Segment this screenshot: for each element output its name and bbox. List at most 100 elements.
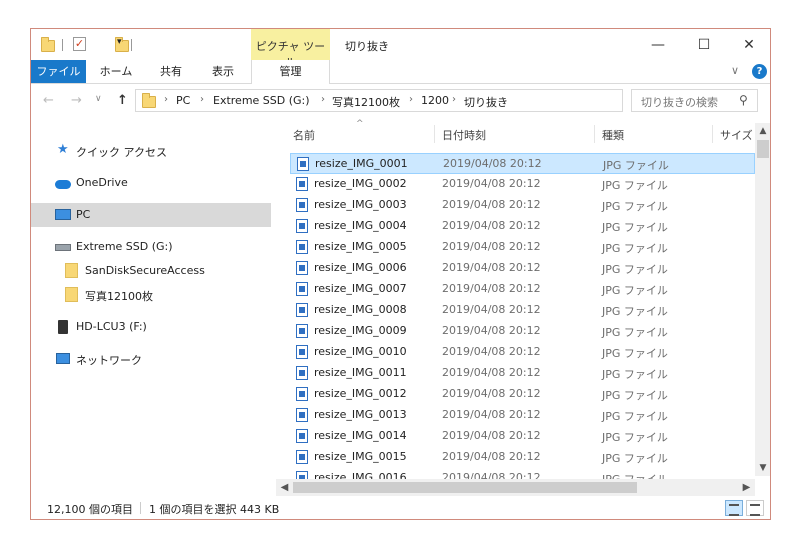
scroll-up-icon[interactable]: ▲ xyxy=(755,123,770,139)
column-header-size[interactable]: サイズ xyxy=(720,127,753,143)
image-file-icon xyxy=(296,219,308,233)
nav-label: Extreme SSD (G:) xyxy=(76,240,173,253)
file-type: JPG ファイル xyxy=(602,326,668,339)
breadcrumb-drive[interactable]: Extreme SSD (G:) xyxy=(213,94,310,107)
nav-item-extreme-ssd[interactable]: Extreme SSD (G:) xyxy=(31,235,271,259)
nav-item-quick-access[interactable]: ★ クイック アクセス xyxy=(31,139,271,163)
file-row[interactable]: resize_IMG_0002 2019/04/08 20:12 JPG ファイル xyxy=(290,174,755,195)
file-date: 2019/04/08 20:12 xyxy=(442,198,541,211)
scroll-left-icon[interactable]: ◀ xyxy=(276,479,293,496)
nav-label: SanDiskSecureAccess xyxy=(85,264,205,277)
toolbar-divider xyxy=(62,39,63,51)
file-name: resize_IMG_0002 xyxy=(314,177,407,190)
ribbon: ファイル ホーム 共有 表示 管理 ∨ ? xyxy=(31,60,770,84)
file-type: JPG ファイル xyxy=(602,368,668,381)
breadcrumb-separator: › xyxy=(321,94,325,105)
file-row[interactable]: resize_IMG_0003 2019/04/08 20:12 JPG ファイル xyxy=(290,195,755,216)
address-bar[interactable]: › PC › Extreme SSD (G:) › 写真12100枚 › 120… xyxy=(135,89,723,112)
up-button[interactable]: ↑ xyxy=(117,93,128,108)
image-file-icon xyxy=(296,471,308,479)
nav-label: 写真12100枚 xyxy=(85,290,153,303)
breadcrumb-1200[interactable]: 1200 xyxy=(421,94,449,107)
nav-item-onedrive[interactable]: OneDrive xyxy=(31,171,271,195)
file-name: resize_IMG_0004 xyxy=(314,219,407,232)
nav-item-pc[interactable]: PC xyxy=(31,203,271,227)
nav-item-photos[interactable]: 写真12100枚 xyxy=(31,283,271,307)
close-button[interactable]: ✕ xyxy=(726,29,770,60)
navigation-pane: ★ クイック アクセス OneDrive PC Extreme SSD (G:)… xyxy=(31,119,273,489)
file-date: 2019/04/08 20:12 xyxy=(442,429,541,442)
file-row[interactable]: resize_IMG_0005 2019/04/08 20:12 JPG ファイル xyxy=(290,237,755,258)
minimize-button[interactable]: — xyxy=(635,29,681,60)
file-row[interactable]: resize_IMG_0012 2019/04/08 20:12 JPG ファイル xyxy=(290,384,755,405)
back-button[interactable]: ← xyxy=(43,93,54,108)
file-type: JPG ファイル xyxy=(602,452,668,465)
forward-button[interactable]: → xyxy=(71,93,82,108)
ribbon-expand-icon[interactable]: ∨ xyxy=(731,64,739,77)
file-list: ^ 名前 日付時刻 種類 サイズ resize_IMG_0001 2019/04/… xyxy=(276,119,755,479)
tab-file[interactable]: ファイル xyxy=(31,60,86,83)
file-row[interactable]: resize_IMG_0016 2019/04/08 20:12 JPG ファイル xyxy=(290,468,755,479)
search-box[interactable]: 切り抜きの検索 ⚲ xyxy=(631,89,758,112)
horizontal-scrollbar[interactable]: ◀ ▶ xyxy=(276,479,755,496)
status-bar: 12,100 個の項目 1 個の項目を選択 443 KB xyxy=(31,496,770,519)
customize-toolbar-icon[interactable]: ▾ xyxy=(117,37,122,53)
tab-home[interactable]: ホーム xyxy=(91,60,141,83)
breadcrumb-photos[interactable]: 写真12100枚 xyxy=(332,94,400,110)
vertical-scrollbar[interactable]: ▲ ▼ xyxy=(755,123,770,476)
sort-ascending-icon: ^ xyxy=(356,119,364,129)
file-row[interactable]: resize_IMG_0015 2019/04/08 20:12 JPG ファイル xyxy=(290,447,755,468)
breadcrumb-crop[interactable]: 切り抜き xyxy=(464,94,508,110)
file-row[interactable]: resize_IMG_0006 2019/04/08 20:12 JPG ファイル xyxy=(290,258,755,279)
file-row[interactable]: resize_IMG_0010 2019/04/08 20:12 JPG ファイル xyxy=(290,342,755,363)
search-icon[interactable]: ⚲ xyxy=(739,93,748,107)
file-type: JPG ファイル xyxy=(602,200,668,213)
scroll-right-icon[interactable]: ▶ xyxy=(738,479,755,496)
file-name: resize_IMG_0009 xyxy=(314,324,407,337)
file-name: resize_IMG_0015 xyxy=(314,450,407,463)
properties-icon[interactable]: ✓ xyxy=(73,37,86,51)
help-icon[interactable]: ? xyxy=(752,64,767,79)
file-type: JPG ファイル xyxy=(602,263,668,276)
file-date: 2019/04/08 20:12 xyxy=(442,240,541,253)
file-type: JPG ファイル xyxy=(602,471,668,479)
explorer-window: ✓ ▾ ピクチャ ツール 切り抜き — ☐ ✕ ファイル ホーム 共有 表示 管… xyxy=(30,28,771,520)
star-icon: ★ xyxy=(57,142,69,157)
details-view-button[interactable] xyxy=(725,500,743,516)
breadcrumb-pc[interactable]: PC xyxy=(176,94,190,107)
image-file-icon xyxy=(296,177,308,191)
file-row[interactable]: resize_IMG_0013 2019/04/08 20:12 JPG ファイル xyxy=(290,405,755,426)
horizontal-scroll-thumb[interactable] xyxy=(293,482,637,493)
column-divider[interactable] xyxy=(434,125,435,143)
file-row[interactable]: resize_IMG_0004 2019/04/08 20:12 JPG ファイル xyxy=(290,216,755,237)
nav-item-hd-lcu3[interactable]: HD-LCU3 (F:) xyxy=(31,315,271,339)
maximize-button[interactable]: ☐ xyxy=(681,29,727,60)
recent-locations-button[interactable]: ∨ xyxy=(95,94,102,104)
column-divider[interactable] xyxy=(712,125,713,143)
file-row[interactable]: resize_IMG_0014 2019/04/08 20:12 JPG ファイル xyxy=(290,426,755,447)
file-name: resize_IMG_0001 xyxy=(315,157,408,170)
vertical-scroll-thumb[interactable] xyxy=(757,140,769,158)
tab-share[interactable]: 共有 xyxy=(146,60,196,83)
item-count: 12,100 個の項目 xyxy=(47,503,133,516)
file-row[interactable]: resize_IMG_0008 2019/04/08 20:12 JPG ファイル xyxy=(290,300,755,321)
file-name: resize_IMG_0011 xyxy=(314,366,407,379)
image-file-icon xyxy=(296,303,308,317)
computer-icon xyxy=(55,209,71,220)
tab-view[interactable]: 表示 xyxy=(198,60,248,83)
selection-info: 1 個の項目を選択 443 KB xyxy=(149,503,280,516)
file-row[interactable]: resize_IMG_0007 2019/04/08 20:12 JPG ファイル xyxy=(290,279,755,300)
column-header-date[interactable]: 日付時刻 xyxy=(442,127,486,143)
column-header-name[interactable]: 名前 xyxy=(293,127,315,143)
file-row[interactable]: resize_IMG_0001 2019/04/08 20:12 JPG ファイル xyxy=(290,153,755,174)
file-row[interactable]: resize_IMG_0011 2019/04/08 20:12 JPG ファイル xyxy=(290,363,755,384)
large-icons-view-button[interactable] xyxy=(746,500,764,516)
column-header-type[interactable]: 種類 xyxy=(602,127,624,143)
column-divider[interactable] xyxy=(594,125,595,143)
file-type: JPG ファイル xyxy=(602,284,668,297)
file-row[interactable]: resize_IMG_0009 2019/04/08 20:12 JPG ファイル xyxy=(290,321,755,342)
nav-item-sandisk[interactable]: SanDiskSecureAccess xyxy=(31,259,271,283)
nav-item-network[interactable]: ネットワーク xyxy=(31,347,271,371)
scroll-down-icon[interactable]: ▼ xyxy=(755,460,770,476)
tab-manage[interactable]: 管理 xyxy=(251,60,330,84)
